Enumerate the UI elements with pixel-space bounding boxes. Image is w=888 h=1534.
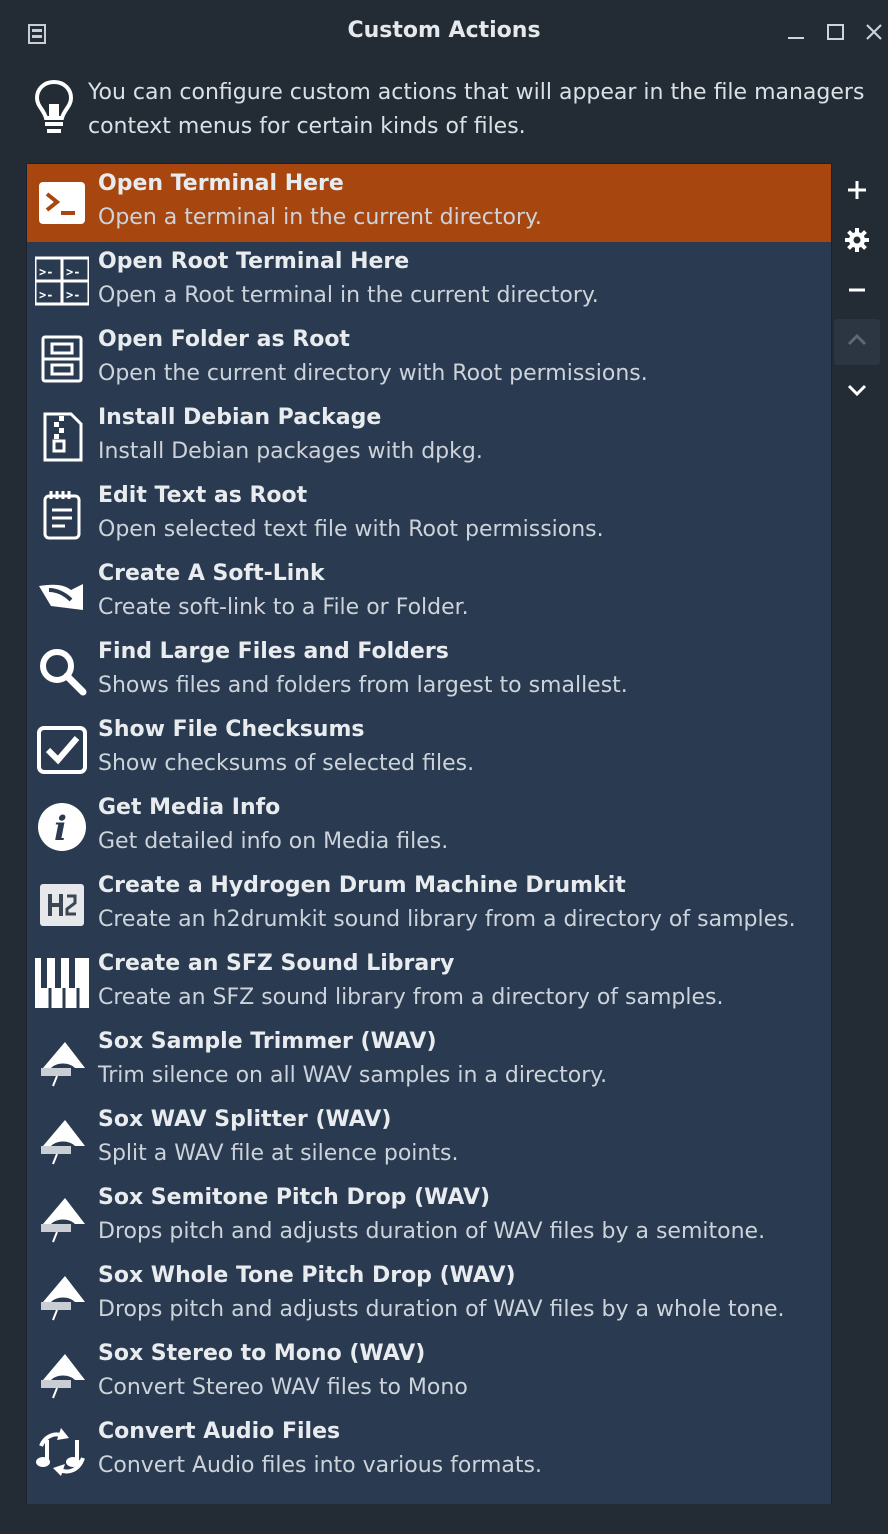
- action-description: Drops pitch and adjusts duration of WAV …: [98, 1219, 766, 1244]
- remove-action-button[interactable]: [834, 269, 880, 315]
- move-down-button[interactable]: [834, 369, 880, 415]
- info-text: You can configure custom actions that wi…: [88, 80, 865, 139]
- action-name: Show File Checksums: [98, 717, 365, 742]
- action-description: Convert Audio files into various formats…: [98, 1453, 542, 1478]
- magnifier-icon: [35, 644, 89, 698]
- title-bar: Custom Actions: [0, 0, 888, 64]
- action-name: Sox Stereo to Mono (WAV): [98, 1341, 426, 1366]
- action-description: Create soft-link to a File or Folder.: [98, 595, 469, 620]
- action-name: Install Debian Package: [98, 405, 382, 430]
- list-item[interactable]: i Get Media Info Get detailed info on Me…: [27, 788, 831, 866]
- list-item[interactable]: Sox Semitone Pitch Drop (WAV) Drops pitc…: [27, 1178, 831, 1256]
- terminal-icon: [35, 176, 89, 230]
- custom-actions-window: Custom Actions You can configure custom …: [0, 0, 888, 1534]
- sox-icon: [35, 1112, 89, 1166]
- action-description: Create an h2drumkit sound library from a…: [98, 907, 796, 932]
- svg-text:>-: >-: [66, 288, 80, 302]
- minimize-icon[interactable]: [784, 20, 808, 44]
- info-banner: You can configure custom actions that wi…: [34, 76, 868, 146]
- action-description: Show checksums of selected files.: [98, 751, 475, 776]
- action-name: Sox Whole Tone Pitch Drop (WAV): [98, 1263, 516, 1288]
- list-item[interactable]: Find Large Files and Folders Shows files…: [27, 632, 831, 710]
- notepad-icon: [35, 488, 89, 542]
- action-name: Sox Semitone Pitch Drop (WAV): [98, 1185, 491, 1210]
- list-item[interactable]: Show File Checksums Show checksums of se…: [27, 710, 831, 788]
- list-item[interactable]: Open Folder as Root Open the current dir…: [27, 320, 831, 398]
- action-name: Edit Text as Root: [98, 483, 308, 508]
- action-name: Sox Sample Trimmer (WAV): [98, 1029, 437, 1054]
- minus-icon: [843, 276, 871, 308]
- list-item[interactable]: Convert Audio Files Convert Audio files …: [27, 1412, 831, 1490]
- action-description: Open selected text file with Root permis…: [98, 517, 604, 542]
- action-description: Get detailed info on Media files.: [98, 829, 449, 854]
- file-cabinet-icon: [35, 332, 89, 386]
- action-name: Open Root Terminal Here: [98, 249, 410, 274]
- list-item[interactable]: >- >- >- >- Open Root Terminal Here Open…: [27, 242, 831, 320]
- info-icon: i: [35, 800, 89, 854]
- maximize-icon[interactable]: [824, 20, 848, 44]
- action-description: Shows files and folders from largest to …: [98, 673, 628, 698]
- list-item[interactable]: Sox WAV Splitter (WAV) Split a WAV file …: [27, 1100, 831, 1178]
- list-item[interactable]: Open Terminal Here Open a terminal in th…: [27, 164, 831, 242]
- package-archive-icon: [35, 410, 89, 464]
- checkbox-icon: [35, 722, 89, 776]
- list-item[interactable]: Create a Hydrogen Drum Machine Drumkit C…: [27, 866, 831, 944]
- plus-icon: [843, 176, 871, 208]
- action-description: Split a WAV file at silence points.: [98, 1141, 459, 1166]
- list-item[interactable]: Edit Text as Root Open selected text fil…: [27, 476, 831, 554]
- action-name: Convert Audio Files: [98, 1419, 341, 1444]
- actions-list[interactable]: Open Terminal Here Open a terminal in th…: [26, 163, 832, 1506]
- piano-keys-icon: [35, 956, 91, 1010]
- sox-icon: [35, 1034, 89, 1088]
- action-description: Install Debian packages with dpkg.: [98, 439, 483, 464]
- action-name: Sox WAV Splitter (WAV): [98, 1107, 392, 1132]
- action-description: Convert Stereo WAV files to Mono: [98, 1375, 468, 1400]
- action-description: Open a Root terminal in the current dire…: [98, 283, 599, 308]
- sox-icon: [35, 1346, 89, 1400]
- sox-icon: [35, 1268, 89, 1322]
- list-item[interactable]: Create A Soft-Link Create soft-link to a…: [27, 554, 831, 632]
- svg-text:>-: >-: [39, 265, 53, 279]
- window-title: Custom Actions: [347, 18, 541, 43]
- add-action-button[interactable]: [834, 169, 880, 215]
- svg-text:i: i: [54, 809, 67, 849]
- svg-text:>-: >-: [39, 288, 53, 302]
- move-up-button[interactable]: [834, 319, 880, 365]
- configure-action-button[interactable]: [834, 219, 880, 265]
- root-terminal-icon: >- >- >- >-: [33, 254, 91, 308]
- chevron-up-icon: [843, 326, 871, 358]
- lightbulb-icon: [34, 78, 74, 138]
- link-arrow-icon: [35, 566, 89, 620]
- list-item[interactable]: Create an SFZ Sound Library Create an SF…: [27, 944, 831, 1022]
- action-description: Trim silence on all WAV samples in a dir…: [98, 1063, 608, 1088]
- action-name: Get Media Info: [98, 795, 281, 820]
- action-name: Create a Hydrogen Drum Machine Drumkit: [98, 873, 626, 898]
- audio-convert-icon: [35, 1424, 89, 1478]
- action-description: Drops pitch and adjusts duration of WAV …: [98, 1297, 785, 1322]
- action-name: Open Folder as Root: [98, 327, 350, 352]
- window-bottom: [0, 1504, 888, 1534]
- list-item[interactable]: Sox Whole Tone Pitch Drop (WAV) Drops pi…: [27, 1256, 831, 1334]
- gear-icon: [843, 226, 871, 258]
- close-icon[interactable]: [862, 20, 886, 44]
- action-name: Create A Soft-Link: [98, 561, 325, 586]
- chevron-down-icon: [843, 376, 871, 408]
- action-description: Open a terminal in the current directory…: [98, 205, 542, 230]
- action-name: Create an SFZ Sound Library: [98, 951, 455, 976]
- hydrogen-icon: [35, 878, 89, 932]
- sox-icon: [35, 1190, 89, 1244]
- action-name: Open Terminal Here: [98, 171, 344, 196]
- action-name: Find Large Files and Folders: [98, 639, 449, 664]
- list-item[interactable]: Sox Stereo to Mono (WAV) Convert Stereo …: [27, 1334, 831, 1412]
- action-description: Open the current directory with Root per…: [98, 361, 648, 386]
- action-description: Create an SFZ sound library from a direc…: [98, 985, 724, 1010]
- svg-text:>-: >-: [66, 265, 80, 279]
- list-item[interactable]: Sox Sample Trimmer (WAV) Trim silence on…: [27, 1022, 831, 1100]
- list-item[interactable]: Install Debian Package Install Debian pa…: [27, 398, 831, 476]
